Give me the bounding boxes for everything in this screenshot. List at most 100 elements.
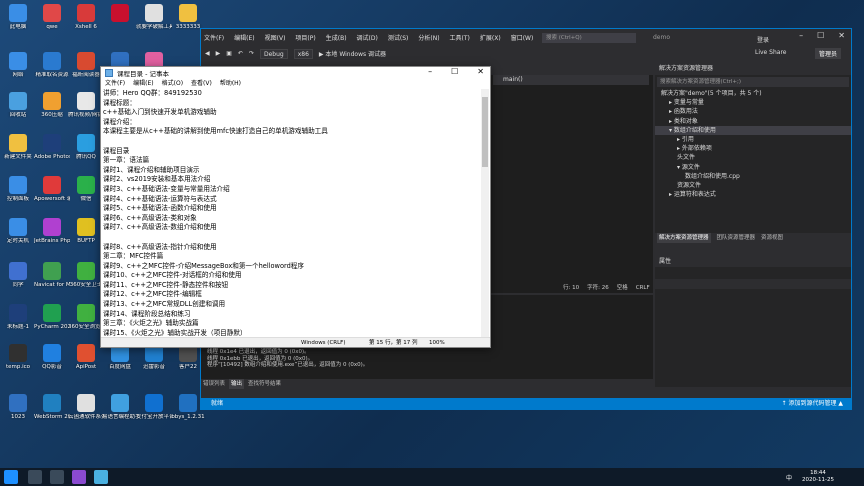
tree-item[interactable]: ▾ 数组介绍和使用: [655, 125, 851, 135]
vs-menu-item[interactable]: 生成(B): [325, 31, 348, 45]
desktop-icon[interactable]: 定时关机: [0, 218, 36, 244]
visual-studio-taskbar-icon[interactable]: [72, 470, 86, 484]
live-share-button[interactable]: Live Share: [755, 49, 786, 56]
editor-scope-select[interactable]: main(): [493, 75, 649, 85]
config-select[interactable]: Debug: [259, 48, 288, 59]
close-icon[interactable]: ✕: [477, 67, 484, 76]
notepad-text-area[interactable]: 讲师：Hero QQ群：849192530 课程标题： c++基础入门到快速开发单机…: [103, 89, 483, 339]
solution-search-input[interactable]: 搜索解决方案资源管理器(Ctrl+;): [657, 77, 849, 87]
maximize-icon[interactable]: ☐: [451, 67, 458, 76]
desktop-icon[interactable]: Xshell 6: [68, 4, 104, 30]
tree-item[interactable]: ▸ 变量与常量: [655, 98, 851, 107]
solution-tab[interactable]: 解决方案资源管理器: [657, 233, 711, 243]
tree-item[interactable]: 解决方案"demo"(5 个项目，共 5 个): [655, 89, 851, 98]
desktop-icon[interactable]: temp.ico: [0, 344, 36, 370]
desktop-icon[interactable]: 就要学破解工具包: [136, 4, 172, 30]
desktop-icon[interactable]: 精准取名资源: [34, 52, 70, 78]
desktop-icon[interactable]: 360安全卫士: [68, 262, 104, 288]
save-icon[interactable]: ▣: [226, 50, 232, 57]
desktop-icon[interactable]: 未标题-1: [0, 304, 36, 330]
search-icon[interactable]: [28, 470, 42, 484]
vs-menu-item[interactable]: 窗口(W): [510, 31, 535, 45]
desktop-icon[interactable]: [102, 4, 138, 24]
desktop-icon[interactable]: Apowersoft 录屏王: [34, 176, 70, 202]
desktop-icon[interactable]: QQ影音: [34, 344, 70, 370]
desktop-icon[interactable]: WebStorm 2020.2 x64: [34, 394, 70, 420]
notepad-window[interactable]: 课程目录 - 记事本 – ☐ ✕ 文件(F) 编辑(E) 格式(O) 查看(V) 帮助(…: [100, 66, 491, 348]
platform-select[interactable]: x86: [293, 48, 313, 59]
vs-menu-item[interactable]: 视图(V): [264, 31, 287, 45]
notepad-menu-item[interactable]: 编辑(E): [133, 79, 153, 89]
desktop-icon[interactable]: 此电脑: [0, 4, 36, 30]
vs-menu-item[interactable]: 调试(D): [356, 31, 379, 45]
desktop-icon[interactable]: 360压缩: [34, 92, 70, 118]
vs-menu-item[interactable]: 扩展(X): [479, 31, 502, 45]
vs-menu-item[interactable]: 编辑(E): [233, 31, 255, 45]
ime-language[interactable]: 中: [786, 473, 792, 482]
forward-icon[interactable]: ▶: [216, 50, 221, 57]
tree-item[interactable]: ▸ 运算符和表达式: [655, 190, 851, 199]
notepad-menu-item[interactable]: 帮助(H): [220, 79, 241, 89]
tree-item[interactable]: 数组介绍和使用.cpp: [655, 172, 851, 181]
solution-tab[interactable]: 团队资源管理器: [717, 233, 756, 243]
desktop-icon[interactable]: 3333333: [170, 4, 206, 30]
desktop-icon[interactable]: 1023: [0, 394, 36, 420]
notepad-menu-item[interactable]: 格式(O): [162, 79, 183, 89]
desktop-icon[interactable]: 云函通软件系列——仔会...: [68, 394, 104, 420]
output-tab[interactable]: 查找符号结果: [248, 379, 281, 389]
tree-item[interactable]: 头文件: [655, 153, 851, 162]
desktop-icon[interactable]: 福昕阅读器: [68, 52, 104, 78]
notepad-taskbar-icon[interactable]: [94, 470, 108, 484]
desktop-icon[interactable]: 同学: [0, 262, 36, 288]
notepad-scrollbar[interactable]: [481, 89, 489, 339]
vs-menu-item[interactable]: 文件(F): [203, 31, 225, 45]
redo-icon[interactable]: ↷: [249, 50, 254, 57]
tree-item[interactable]: ▾ 源文件: [655, 163, 851, 172]
desktop-icon[interactable]: 新建文件夹: [0, 134, 36, 160]
vs-menu-item[interactable]: 分析(N): [417, 31, 440, 45]
clock[interactable]: 18:44 2020-11-25: [802, 470, 834, 484]
desktop-icon[interactable]: 网络: [0, 52, 36, 78]
close-icon[interactable]: ✕: [838, 31, 845, 40]
tree-item[interactable]: ▸ 函数用法: [655, 107, 851, 116]
tree-item[interactable]: ▸ 外部依赖项: [655, 144, 851, 153]
desktop-icon[interactable]: ApiPost: [68, 344, 104, 370]
desktop-icon[interactable]: JetBrains PhpStor...: [34, 218, 70, 244]
vs-menu-item[interactable]: 测试(S): [387, 31, 410, 45]
minimize-icon[interactable]: –: [428, 67, 432, 76]
desktop-icon[interactable]: 支付宝开放平台开发助手: [136, 394, 172, 420]
desktop-icon[interactable]: 回收站: [0, 92, 36, 118]
desktop-icon[interactable]: Navicat for MySQL: [34, 262, 70, 288]
desktop-icon[interactable]: 易语言编程助手: [102, 394, 138, 420]
start-icon[interactable]: [4, 470, 18, 484]
desktop-icon[interactable]: 腾讯视频/网银行管理工具: [68, 92, 104, 118]
undo-icon[interactable]: ↶: [238, 50, 243, 57]
add-source-control-button[interactable]: ↑ 添加到源代码管理 ▲: [782, 398, 843, 409]
vs-menu-item[interactable]: 工具(T): [449, 31, 471, 45]
desktop-icon[interactable]: PyCharm 2020.2 x64: [34, 304, 70, 330]
desktop-icon[interactable]: 控制面板: [0, 176, 36, 202]
vs-search-input[interactable]: 搜索 (Ctrl+Q): [542, 33, 636, 43]
maximize-icon[interactable]: ☐: [817, 31, 824, 40]
notepad-menu-item[interactable]: 文件(F): [105, 79, 125, 89]
vs-menu-item[interactable]: 项目(P): [294, 31, 316, 45]
output-tab[interactable]: 输出: [229, 379, 245, 389]
desktop-icon[interactable]: BUFTP: [68, 218, 104, 244]
output-tab[interactable]: 错误列表: [203, 379, 225, 389]
tree-item[interactable]: ▸ 引用: [655, 135, 851, 144]
run-debugger-button[interactable]: ▶ 本地 Windows 调试器: [319, 49, 386, 58]
desktop-icon[interactable]: 360安全浏览器: [68, 304, 104, 330]
task-view-icon[interactable]: [50, 470, 64, 484]
desktop-icon[interactable]: Adobe Photosh...: [34, 134, 70, 160]
minimize-icon[interactable]: –: [799, 31, 803, 40]
tree-item[interactable]: 资源文件: [655, 181, 851, 190]
notepad-menu-item[interactable]: 查看(V): [191, 79, 212, 89]
vs-login-link[interactable]: 登录: [757, 35, 769, 44]
desktop-icon[interactable]: 腾讯QQ: [68, 134, 104, 160]
scrollbar-thumb[interactable]: [482, 97, 488, 167]
tree-item[interactable]: ▸ 类和对象: [655, 117, 851, 126]
back-icon[interactable]: ◀: [205, 50, 210, 57]
desktop-icon[interactable]: qwe: [34, 4, 70, 30]
solution-tab[interactable]: 资源视图: [761, 233, 783, 243]
desktop-icon[interactable]: 微信: [68, 176, 104, 202]
